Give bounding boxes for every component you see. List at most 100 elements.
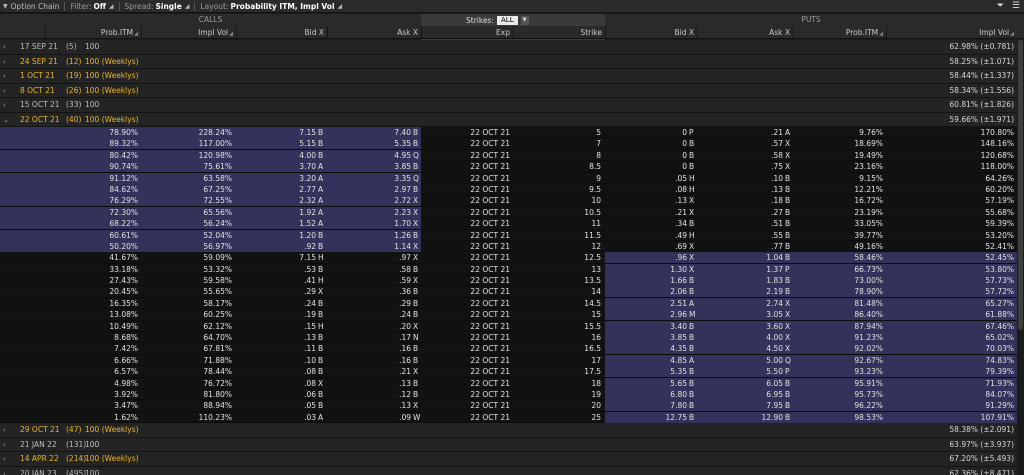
put-ask-exchange[interactable]: B bbox=[785, 207, 793, 218]
put-ask-exchange[interactable]: B bbox=[785, 286, 793, 297]
call-ask-exchange[interactable]: X bbox=[413, 241, 421, 252]
call-bid-exchange[interactable]: B bbox=[318, 138, 326, 149]
put-bid-exchange[interactable]: X bbox=[689, 252, 697, 263]
call-ask[interactable]: .59 bbox=[327, 275, 411, 286]
filter-dropdown[interactable]: Filter: Off ◢ bbox=[67, 0, 116, 13]
put-bid[interactable]: 12.75 bbox=[605, 412, 687, 423]
call-bid[interactable]: 7.15 bbox=[236, 252, 316, 263]
call-ask-exchange[interactable]: B bbox=[413, 378, 421, 389]
col-call-prob-itm[interactable]: Prob.ITM◢ bbox=[45, 26, 141, 41]
put-ask[interactable]: .58 bbox=[697, 150, 783, 161]
put-bid-exchange[interactable]: X bbox=[689, 241, 697, 252]
call-bid-exchange[interactable]: B bbox=[318, 230, 326, 241]
put-bid-exchange[interactable]: M bbox=[689, 309, 697, 320]
menu-icon[interactable]: ☰ bbox=[1012, 1, 1020, 11]
chevron-down-icon[interactable]: ▼ bbox=[520, 15, 529, 25]
put-bid[interactable]: .69 bbox=[605, 241, 687, 252]
chevron-right-icon[interactable]: › bbox=[3, 467, 6, 475]
call-bid-exchange[interactable]: B bbox=[318, 343, 326, 354]
chevron-down-icon[interactable]: ⌄ bbox=[3, 113, 9, 127]
put-bid[interactable]: 0 bbox=[605, 138, 687, 149]
put-ask-exchange[interactable]: B bbox=[785, 275, 793, 286]
strikes-select[interactable]: ALL bbox=[497, 15, 518, 25]
put-ask-exchange[interactable]: A bbox=[785, 127, 793, 138]
call-ask-exchange[interactable]: W bbox=[413, 412, 421, 423]
call-ask[interactable]: .20 bbox=[327, 321, 411, 332]
option-row[interactable]: 68.22% 56.24% 1.52 A 1.70 X 22 OCT 21 11.34 B .51… bbox=[0, 218, 1017, 230]
call-bid-exchange[interactable]: X bbox=[318, 378, 326, 389]
col-put-ask[interactable]: Ask X bbox=[697, 26, 793, 39]
call-ask[interactable]: 2.97 bbox=[327, 184, 411, 195]
spread-dropdown[interactable]: Spread: Single ◢ bbox=[122, 0, 193, 13]
filter-funnel-icon[interactable]: ⏷ bbox=[997, 1, 1004, 11]
option-row[interactable]: 72.30% 65.56% 1.92 A 2.23 X 22 OCT 21 10.5.21 X.… bbox=[0, 206, 1017, 219]
call-ask-exchange[interactable]: B bbox=[413, 309, 421, 320]
call-ask[interactable]: 5.35 bbox=[327, 138, 411, 149]
put-ask-exchange[interactable]: B bbox=[785, 195, 793, 206]
call-ask[interactable]: .21 bbox=[327, 366, 411, 377]
option-row[interactable]: 80.42% 120.98% 4.00 B 4.95 Q 22 OCT 21 8 0 B .58 X 1… bbox=[0, 149, 1017, 162]
call-bid[interactable]: 1.52 bbox=[236, 218, 316, 229]
put-ask[interactable]: .55 bbox=[697, 230, 783, 241]
put-ask[interactable]: .18 bbox=[697, 195, 783, 206]
option-row[interactable]: 78.90% 228.24% 7.15 B 7.40 B 22 OCT 21 5 0 P .21 A 9… bbox=[0, 127, 1017, 139]
call-bid[interactable]: 7.15 bbox=[236, 127, 316, 138]
call-bid-exchange[interactable]: B bbox=[318, 127, 326, 138]
call-ask[interactable]: 7.40 bbox=[327, 127, 411, 138]
option-row[interactable]: 84.62% 67.25% 2.77 A 2.97 B 22 OCT 21 9.5.08 H .1… bbox=[0, 183, 1017, 196]
call-bid[interactable]: 4.00 bbox=[236, 150, 316, 161]
put-bid-exchange[interactable]: X bbox=[689, 207, 697, 218]
expiration-row[interactable]: › 15 OCT 21 (33) 100 60.81% (±1.826) bbox=[0, 98, 1017, 113]
call-ask[interactable]: .36 bbox=[327, 286, 411, 297]
call-ask[interactable]: 1.70 bbox=[327, 218, 411, 229]
put-bid-exchange[interactable]: H bbox=[689, 184, 697, 195]
put-ask[interactable]: .75 bbox=[697, 161, 783, 172]
put-bid[interactable]: 1.30 bbox=[605, 264, 687, 275]
col-put-impl-vol[interactable]: Impl Vol◢ bbox=[886, 26, 1017, 41]
put-ask-exchange[interactable]: B bbox=[785, 241, 793, 252]
option-row[interactable]: 41.67% 59.09% 7.15 H .97 X 22 OCT 21 12.5.96 X 1.… bbox=[0, 252, 1017, 264]
call-ask-exchange[interactable]: B bbox=[413, 286, 421, 297]
put-bid-exchange[interactable]: B bbox=[689, 161, 697, 172]
put-ask[interactable]: 4.50 bbox=[697, 343, 783, 354]
put-ask-exchange[interactable]: X bbox=[785, 150, 793, 161]
put-ask[interactable]: .21 bbox=[697, 127, 783, 138]
option-row[interactable]: 50.20% 56.97% .92 B 1.14 X 22 OCT 21 12.69 X .77 B… bbox=[0, 240, 1017, 253]
option-row[interactable]: 6.66% 71.88% .10 B .16 B 22 OCT 21 17 4.85 A 5.00 Q… bbox=[0, 354, 1017, 367]
col-put-prob-itm[interactable]: Prob.ITM◢ bbox=[793, 26, 886, 41]
call-bid[interactable]: .13 bbox=[236, 332, 316, 343]
call-bid-exchange[interactable]: A bbox=[318, 184, 326, 195]
call-ask-exchange[interactable]: B bbox=[413, 127, 421, 138]
put-ask[interactable]: 4.00 bbox=[697, 332, 783, 343]
put-bid-exchange[interactable]: B bbox=[689, 412, 697, 423]
put-ask[interactable]: 2.19 bbox=[697, 286, 783, 297]
put-ask[interactable]: 12.90 bbox=[697, 412, 783, 423]
put-ask[interactable]: .77 bbox=[697, 241, 783, 252]
call-bid-exchange[interactable]: A bbox=[318, 412, 326, 423]
put-bid[interactable]: 5.35 bbox=[605, 366, 687, 377]
put-ask[interactable]: .10 bbox=[697, 173, 783, 184]
call-bid[interactable]: .06 bbox=[236, 389, 316, 400]
call-bid-exchange[interactable]: B bbox=[318, 400, 326, 411]
call-ask-exchange[interactable]: X bbox=[413, 195, 421, 206]
call-ask[interactable]: .58 bbox=[327, 264, 411, 275]
call-ask-exchange[interactable]: N bbox=[413, 332, 421, 343]
put-bid-exchange[interactable]: B bbox=[689, 218, 697, 229]
put-bid-exchange[interactable]: B bbox=[689, 275, 697, 286]
call-ask[interactable]: 4.95 bbox=[327, 150, 411, 161]
put-ask-exchange[interactable]: X bbox=[785, 343, 793, 354]
put-bid[interactable]: 0 bbox=[605, 150, 687, 161]
put-ask[interactable]: 1.83 bbox=[697, 275, 783, 286]
put-ask-exchange[interactable]: X bbox=[785, 298, 793, 309]
put-ask-exchange[interactable]: X bbox=[785, 138, 793, 149]
call-ask[interactable]: .17 bbox=[327, 332, 411, 343]
put-bid[interactable]: 0 bbox=[605, 161, 687, 172]
put-bid[interactable]: .34 bbox=[605, 218, 687, 229]
scrollbar-thumb[interactable] bbox=[1018, 40, 1023, 330]
call-ask-exchange[interactable]: B bbox=[413, 138, 421, 149]
call-ask[interactable]: .13 bbox=[327, 378, 411, 389]
put-bid[interactable]: 1.66 bbox=[605, 275, 687, 286]
vertical-scrollbar[interactable] bbox=[1017, 40, 1024, 475]
call-bid-exchange[interactable]: H bbox=[318, 252, 326, 263]
put-bid[interactable]: .21 bbox=[605, 207, 687, 218]
